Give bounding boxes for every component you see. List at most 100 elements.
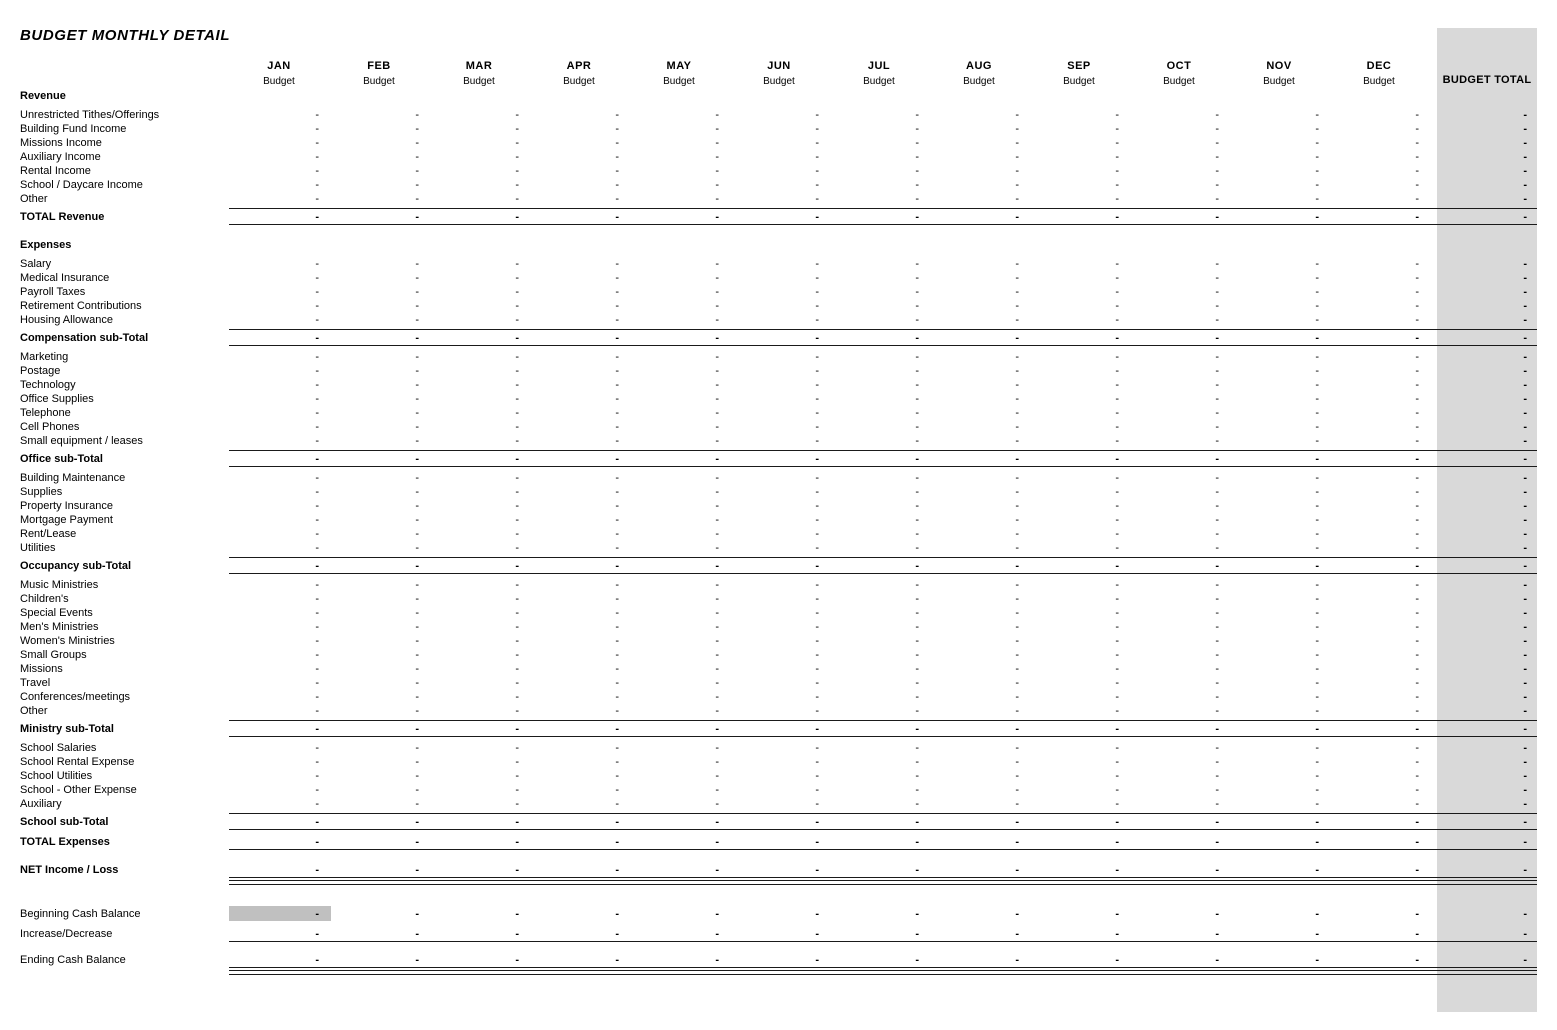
cell-jan[interactable]: - [229, 578, 329, 592]
cell-dec[interactable]: - [1329, 559, 1429, 573]
cell-mar[interactable]: - [429, 559, 529, 573]
cell-budget-total[interactable]: - [1437, 257, 1537, 271]
cell-jul[interactable]: - [829, 350, 929, 364]
cell-nov[interactable]: - [1229, 783, 1329, 797]
cell-jun[interactable]: - [729, 192, 829, 206]
cell-sep[interactable]: - [1029, 285, 1129, 299]
cell-mar[interactable]: - [429, 192, 529, 206]
cell-apr[interactable]: - [529, 835, 629, 849]
cell-apr[interactable]: - [529, 406, 629, 420]
cell-jul[interactable]: - [829, 313, 929, 327]
cell-feb[interactable]: - [329, 210, 429, 224]
cell-dec[interactable]: - [1329, 178, 1429, 192]
cell-sep[interactable]: - [1029, 122, 1129, 136]
cell-feb[interactable]: - [329, 164, 429, 178]
cell-apr[interactable]: - [529, 634, 629, 648]
cell-apr[interactable]: - [529, 150, 629, 164]
cell-mar[interactable]: - [429, 769, 529, 783]
cell-sep[interactable]: - [1029, 541, 1129, 555]
cell-budget-total[interactable]: - [1437, 285, 1537, 299]
cell-apr[interactable]: - [529, 108, 629, 122]
cell-jul[interactable]: - [829, 471, 929, 485]
cell-apr[interactable]: - [529, 364, 629, 378]
cell-budget-total[interactable]: - [1437, 406, 1537, 420]
cell-sep[interactable]: - [1029, 257, 1129, 271]
cell-aug[interactable]: - [929, 434, 1029, 448]
cell-may[interactable]: - [629, 863, 729, 877]
cell-sep[interactable]: - [1029, 815, 1129, 829]
cell-budget-total[interactable]: - [1437, 634, 1537, 648]
cell-may[interactable]: - [629, 722, 729, 736]
cell-may[interactable]: - [629, 592, 729, 606]
cell-jun[interactable]: - [729, 392, 829, 406]
cell-nov[interactable]: - [1229, 406, 1329, 420]
cell-jul[interactable]: - [829, 592, 929, 606]
cell-jun[interactable]: - [729, 541, 829, 555]
cell-jun[interactable]: - [729, 722, 829, 736]
cell-mar[interactable]: - [429, 755, 529, 769]
cell-apr[interactable]: - [529, 122, 629, 136]
cell-mar[interactable]: - [429, 953, 529, 967]
cell-dec[interactable]: - [1329, 541, 1429, 555]
cell-dec[interactable]: - [1329, 783, 1429, 797]
cell-jan[interactable]: - [229, 164, 329, 178]
cell-jul[interactable]: - [829, 559, 929, 573]
cell-dec[interactable]: - [1329, 513, 1429, 527]
cell-feb[interactable]: - [329, 420, 429, 434]
cell-dec[interactable]: - [1329, 722, 1429, 736]
cell-sep[interactable]: - [1029, 136, 1129, 150]
cell-may[interactable]: - [629, 350, 729, 364]
cell-jul[interactable]: - [829, 420, 929, 434]
cell-feb[interactable]: - [329, 108, 429, 122]
cell-feb[interactable]: - [329, 471, 429, 485]
cell-feb[interactable]: - [329, 741, 429, 755]
cell-apr[interactable]: - [529, 420, 629, 434]
cell-jul[interactable]: - [829, 927, 929, 941]
cell-mar[interactable]: - [429, 513, 529, 527]
cell-mar[interactable]: - [429, 620, 529, 634]
cell-sep[interactable]: - [1029, 271, 1129, 285]
cell-sep[interactable]: - [1029, 741, 1129, 755]
cell-aug[interactable]: - [929, 313, 1029, 327]
cell-apr[interactable]: - [529, 690, 629, 704]
cell-feb[interactable]: - [329, 378, 429, 392]
cell-aug[interactable]: - [929, 676, 1029, 690]
cell-jan[interactable]: - [229, 907, 329, 921]
cell-jul[interactable]: - [829, 150, 929, 164]
cell-aug[interactable]: - [929, 364, 1029, 378]
cell-jun[interactable]: - [729, 620, 829, 634]
cell-budget-total[interactable]: - [1437, 434, 1537, 448]
cell-jul[interactable]: - [829, 271, 929, 285]
cell-mar[interactable]: - [429, 434, 529, 448]
cell-aug[interactable]: - [929, 690, 1029, 704]
cell-feb[interactable]: - [329, 271, 429, 285]
cell-dec[interactable]: - [1329, 578, 1429, 592]
cell-nov[interactable]: - [1229, 662, 1329, 676]
cell-sep[interactable]: - [1029, 634, 1129, 648]
cell-sep[interactable]: - [1029, 835, 1129, 849]
cell-jun[interactable]: - [729, 150, 829, 164]
cell-nov[interactable]: - [1229, 676, 1329, 690]
cell-dec[interactable]: - [1329, 927, 1429, 941]
cell-feb[interactable]: - [329, 150, 429, 164]
cell-aug[interactable]: - [929, 907, 1029, 921]
cell-jul[interactable]: - [829, 676, 929, 690]
cell-may[interactable]: - [629, 150, 729, 164]
cell-apr[interactable]: - [529, 559, 629, 573]
cell-nov[interactable]: - [1229, 527, 1329, 541]
cell-jul[interactable]: - [829, 485, 929, 499]
cell-dec[interactable]: - [1329, 797, 1429, 811]
cell-apr[interactable]: - [529, 662, 629, 676]
cell-jun[interactable]: - [729, 164, 829, 178]
cell-budget-total[interactable]: - [1437, 513, 1537, 527]
cell-dec[interactable]: - [1329, 420, 1429, 434]
cell-dec[interactable]: - [1329, 907, 1429, 921]
cell-budget-total[interactable]: - [1437, 499, 1537, 513]
cell-mar[interactable]: - [429, 136, 529, 150]
cell-jun[interactable]: - [729, 513, 829, 527]
cell-may[interactable]: - [629, 136, 729, 150]
cell-dec[interactable]: - [1329, 741, 1429, 755]
cell-nov[interactable]: - [1229, 606, 1329, 620]
cell-mar[interactable]: - [429, 690, 529, 704]
cell-apr[interactable]: - [529, 471, 629, 485]
